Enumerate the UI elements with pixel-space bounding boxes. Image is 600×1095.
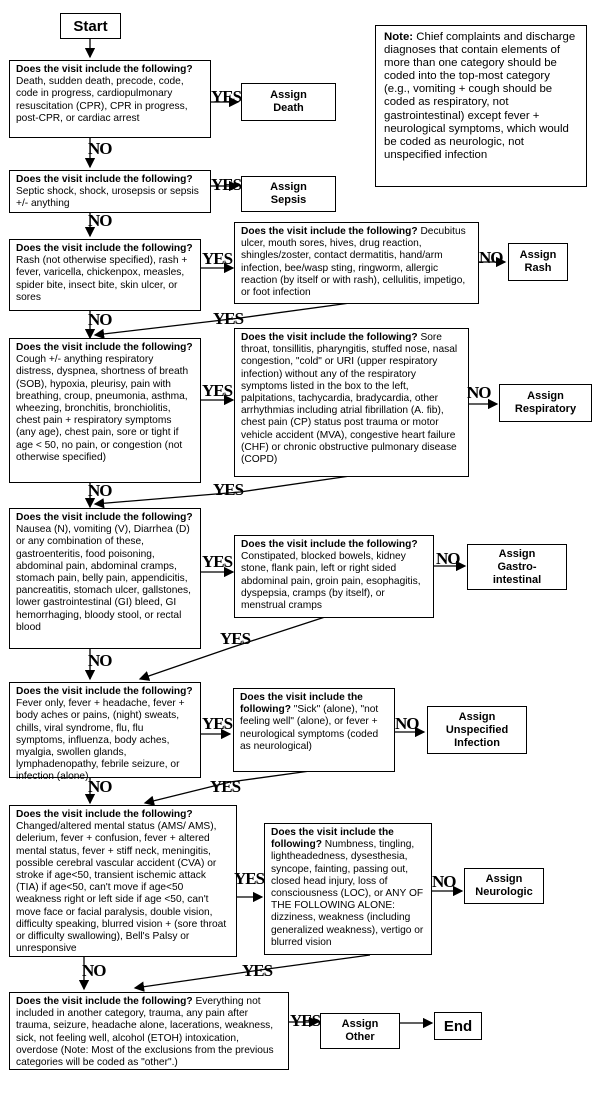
- question-lead: Does the visit include the following?: [16, 996, 193, 1007]
- yes-label: YES: [202, 552, 233, 571]
- question-text: Fever only, fever + headache, fever + bo…: [16, 698, 185, 783]
- question-gastrointestinal: Does the visit include the following? Na…: [9, 508, 201, 649]
- question-lead: Does the visit include the following?: [16, 174, 193, 185]
- question-text: Nausea (N), vomiting (V), Diarrhea (D) o…: [16, 524, 191, 633]
- assign-category: Respiratory: [514, 403, 577, 415]
- question-rash: Does the visit include the following? Ra…: [9, 239, 201, 311]
- assign-word: Assign: [527, 390, 564, 402]
- assign-word: Assign: [519, 249, 557, 261]
- assign-category: Infection: [454, 736, 500, 749]
- yes-label: YES: [211, 87, 242, 106]
- no-label: NO: [88, 777, 112, 796]
- question-text: Constipated, blocked bowels, kidney ston…: [241, 551, 421, 612]
- question-lead: Does the visit include the following?: [241, 332, 418, 343]
- note-heading: Note:: [384, 31, 414, 43]
- question-respiratory-exclusion: Does the visit include the following? So…: [234, 328, 469, 477]
- yes-label: YES: [202, 714, 233, 733]
- no-label: NO: [88, 139, 112, 158]
- question-neuro-exclusion: Does the visit include the following? Nu…: [264, 823, 432, 955]
- start-label: Start: [73, 17, 108, 35]
- question-sepsis: Does the visit include the following? Se…: [9, 170, 211, 213]
- assign-other: Assign Other: [320, 1013, 400, 1049]
- question-text: Numbness, tingling, lightheadedness, dys…: [271, 839, 424, 948]
- assign-word: Assign: [498, 547, 536, 560]
- assign-death: Assign Death: [241, 83, 336, 121]
- assign-category: Death: [273, 102, 304, 114]
- question-lead: Does the visit include the following?: [16, 243, 193, 254]
- yes-label: YES: [210, 777, 241, 796]
- yes-label: YES: [290, 1011, 321, 1030]
- no-label: NO: [432, 872, 456, 891]
- yes-label: YES: [211, 175, 242, 194]
- assign-respiratory: Assign Respiratory: [499, 384, 592, 422]
- assign-word: Assign: [341, 1018, 379, 1030]
- yes-label: YES: [242, 961, 273, 980]
- start-node: Start: [60, 13, 121, 39]
- question-lead: Does the visit include the following?: [16, 512, 193, 523]
- question-text: Septic shock, shock, urosepsis or sepsis…: [16, 186, 199, 210]
- note-box: Note: Chief complaints and discharge dia…: [375, 25, 587, 187]
- note-text: Chief complaints and discharge diagnoses…: [384, 31, 576, 161]
- question-other: Does the visit include the following? Ev…: [9, 992, 289, 1070]
- yes-label: YES: [213, 480, 244, 499]
- yes-label: YES: [220, 629, 251, 648]
- no-label: NO: [436, 549, 460, 568]
- assign-category: Sepsis: [270, 194, 307, 206]
- assign-word: Assign: [270, 181, 307, 193]
- assign-gastrointestinal: Assign Gastro- intestinal: [467, 544, 567, 590]
- assign-category: Other: [345, 1031, 375, 1043]
- question-infection-exclusion: Does the visit include the following? "S…: [233, 688, 395, 772]
- question-lead: Does the visit include the following?: [16, 686, 193, 697]
- end-node: End: [434, 1012, 482, 1040]
- question-lead: Does the visit include the following?: [16, 64, 193, 75]
- no-label: NO: [88, 651, 112, 670]
- no-label: NO: [88, 310, 112, 329]
- end-label: End: [443, 1017, 473, 1035]
- question-lead: Does the visit include the following?: [241, 226, 418, 237]
- assign-word: Assign: [458, 710, 496, 723]
- assign-category: Neurologic: [475, 886, 533, 898]
- assign-category: Gastro-: [497, 560, 537, 573]
- question-text: Changed/altered mental status (AMS/ AMS)…: [16, 821, 227, 955]
- question-lead: Does the visit include the following?: [16, 809, 193, 820]
- question-infection: Does the visit include the following? Fe…: [9, 682, 201, 782]
- question-rash-exclusion: Does the visit include the following? De…: [234, 222, 479, 304]
- assign-sepsis: Assign Sepsis: [241, 176, 336, 212]
- no-label: NO: [467, 383, 491, 402]
- no-label: NO: [88, 481, 112, 500]
- question-text: Sore throat, tonsillitis, pharyngitis, s…: [241, 332, 458, 466]
- question-gi-exclusion: Does the visit include the following? Co…: [234, 535, 434, 618]
- assign-unspecified-infection: Assign Unspecified Infection: [427, 706, 527, 754]
- assign-category: Unspecified: [445, 723, 509, 736]
- assign-category: intestinal: [492, 573, 542, 586]
- no-label: NO: [479, 248, 503, 267]
- question-death: Does the visit include the following? De…: [9, 60, 211, 138]
- assign-word: Assign: [270, 89, 307, 101]
- question-text: Rash (not otherwise specified), rash + f…: [16, 255, 188, 303]
- no-label: NO: [88, 211, 112, 230]
- yes-label: YES: [202, 381, 233, 400]
- assign-neurologic: Assign Neurologic: [464, 868, 544, 904]
- assign-rash: Assign Rash: [508, 243, 568, 281]
- yes-label: YES: [234, 869, 265, 888]
- no-label: NO: [82, 961, 106, 980]
- question-text: Cough +/- anything respiratory distress,…: [16, 354, 189, 463]
- no-label: NO: [395, 714, 419, 733]
- assign-category: Rash: [524, 262, 552, 274]
- yes-label: YES: [213, 309, 244, 328]
- assign-word: Assign: [485, 873, 523, 885]
- question-respiratory: Does the visit include the following? Co…: [9, 338, 201, 483]
- question-neurologic: Does the visit include the following? Ch…: [9, 805, 237, 957]
- yes-label: YES: [202, 249, 233, 268]
- question-lead: Does the visit include the following?: [16, 342, 193, 353]
- question-lead: Does the visit include the following?: [241, 539, 418, 550]
- question-text: Death, sudden death, precode, code, code…: [16, 76, 188, 124]
